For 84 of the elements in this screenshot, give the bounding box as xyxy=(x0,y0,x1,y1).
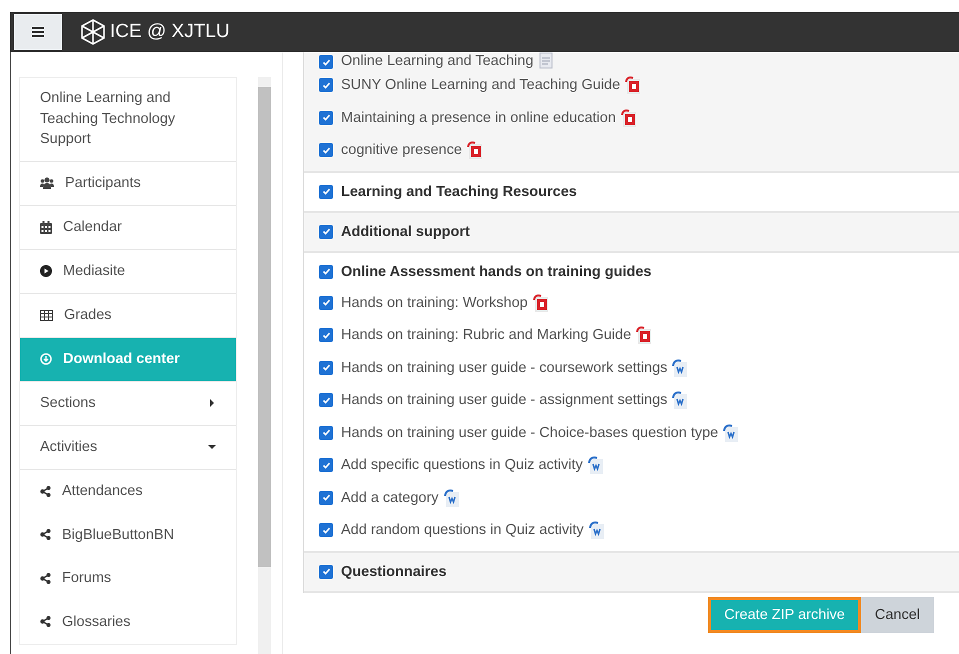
download-icon xyxy=(40,353,52,365)
check-icon xyxy=(322,298,330,308)
checkbox[interactable] xyxy=(319,458,333,472)
file-name: Add a category xyxy=(341,490,439,506)
check-icon xyxy=(322,227,330,236)
checkbox[interactable] xyxy=(319,264,333,278)
file-name: Online Learning and Teaching xyxy=(341,53,534,69)
word-file-icon xyxy=(444,488,460,507)
nav-item[interactable]: Sections xyxy=(20,382,236,426)
check-icon xyxy=(322,113,330,122)
logo-icon xyxy=(80,18,106,46)
check-icon xyxy=(322,363,330,372)
file-name: Hands on training: Workshop xyxy=(341,294,528,311)
nav-item[interactable]: Calendar xyxy=(20,206,236,250)
check-icon xyxy=(322,493,330,502)
users-icon xyxy=(40,177,54,189)
section-title: Learning and Teaching Resources xyxy=(341,184,577,200)
menu-button[interactable] xyxy=(14,14,62,50)
checkbox[interactable] xyxy=(319,490,333,505)
check-icon xyxy=(322,187,330,196)
checkbox[interactable] xyxy=(319,184,333,198)
word-file-icon xyxy=(588,456,604,474)
checkbox[interactable] xyxy=(319,296,333,310)
menu-icon xyxy=(32,27,44,37)
nav-item[interactable]: Glossaries xyxy=(20,600,236,644)
course-title[interactable]: Online Learning and Teaching Technology Support xyxy=(20,78,236,162)
file-name: Add specific questions in Quiz activity xyxy=(341,457,583,474)
share-icon xyxy=(40,572,51,584)
nav-item[interactable]: Activities xyxy=(20,426,236,470)
checkbox[interactable] xyxy=(319,426,333,440)
checkbox[interactable] xyxy=(319,55,333,69)
nav-item[interactable]: Mediasite xyxy=(20,250,236,294)
nav-item[interactable]: Participants xyxy=(20,162,236,206)
file-name: cognitive presence xyxy=(341,142,462,158)
checkbox[interactable] xyxy=(319,360,333,375)
check-icon xyxy=(322,58,330,66)
file-name: Hands on training user guide - assignment settings xyxy=(341,392,668,408)
pdf-file-icon xyxy=(466,141,483,160)
calendar-icon xyxy=(40,220,52,234)
check-icon xyxy=(322,267,330,276)
cancel-button[interactable]: Cancel xyxy=(860,596,934,632)
table-icon xyxy=(40,310,53,320)
check-icon xyxy=(322,80,330,90)
checkbox[interactable] xyxy=(319,564,333,578)
checkbox[interactable] xyxy=(319,110,333,125)
nav-item[interactable]: Forums xyxy=(20,556,236,600)
checkbox[interactable] xyxy=(319,224,333,238)
checkbox[interactable] xyxy=(319,393,333,408)
check-icon xyxy=(322,146,330,155)
check-icon xyxy=(322,526,330,535)
share-icon xyxy=(40,529,51,540)
nav-item[interactable]: BigBlueButtonBN xyxy=(20,513,236,556)
play-icon xyxy=(40,265,52,277)
file-name: Hands on training user guide - Choice-bases question type xyxy=(341,424,718,441)
check-icon xyxy=(322,567,330,576)
word-file-icon xyxy=(672,391,688,410)
word-file-icon xyxy=(723,424,740,442)
share-icon xyxy=(40,486,51,497)
checkbox[interactable] xyxy=(319,328,333,342)
check-icon xyxy=(322,330,330,340)
scrollbar[interactable] xyxy=(258,77,271,654)
checkbox[interactable] xyxy=(319,523,333,538)
check-icon xyxy=(322,428,330,438)
site-title[interactable]: ICE @ XJTLU xyxy=(110,21,230,43)
share-icon xyxy=(40,616,51,628)
section-title: Additional support xyxy=(341,224,470,240)
pdf-file-icon xyxy=(532,294,549,312)
checkbox[interactable] xyxy=(319,143,333,158)
file-name: SUNY Online Learning and Teaching Guide xyxy=(341,77,620,94)
section-title: Online Assessment hands on training guides xyxy=(341,264,652,280)
check-icon xyxy=(322,460,330,470)
word-file-icon xyxy=(588,521,605,540)
file-name: Maintaining a presence in online education xyxy=(341,110,616,126)
pdf-file-icon xyxy=(625,76,642,94)
pdf-file-icon xyxy=(620,108,637,127)
file-name: Add random questions in Quiz activity xyxy=(341,522,584,538)
file-name: Hands on training: Rubric and Marking Guide xyxy=(341,327,632,344)
check-icon xyxy=(322,396,330,405)
nav-item[interactable]: Attendances xyxy=(20,470,236,513)
pdf-file-icon xyxy=(636,326,652,344)
checkbox[interactable] xyxy=(319,78,333,92)
file-name: Hands on training user guide - coursework settings xyxy=(341,360,668,376)
section-title: Questionnaires xyxy=(341,564,447,580)
word-file-icon xyxy=(672,358,688,377)
